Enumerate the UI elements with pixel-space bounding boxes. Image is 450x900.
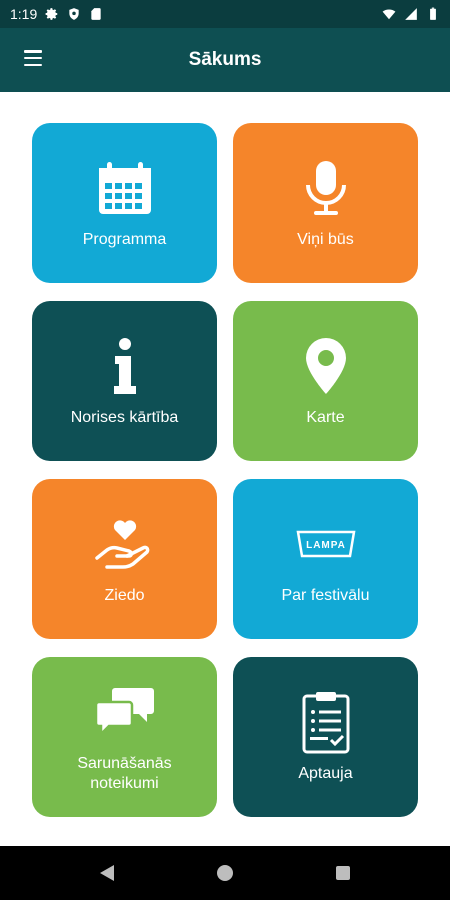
recents-icon[interactable] <box>332 862 354 884</box>
microphone-icon <box>294 156 358 220</box>
tile-label: Norises kārtība <box>70 409 179 426</box>
app-bar: Sākums <box>0 28 450 92</box>
tile-ziedo[interactable]: Ziedo <box>32 479 217 639</box>
tile-label: Karte <box>306 409 345 426</box>
page-title: Sākums <box>188 49 262 70</box>
tile-label: Par festivālu <box>281 587 370 604</box>
shield-icon <box>69 8 79 20</box>
status-bar: 1:19 <box>0 0 450 28</box>
battery-icon <box>430 7 436 20</box>
tile-label: Programma <box>82 231 167 248</box>
chat-bubbles-icon <box>93 680 157 744</box>
lampa-logo-icon: LAMPA <box>294 512 358 576</box>
cell-signal-icon <box>405 8 417 20</box>
tile-label: Aptauja <box>298 765 353 782</box>
tile-label: Ziedo <box>104 587 145 604</box>
lampa-logo-text: LAMPA <box>306 540 346 551</box>
settings-gear-icon <box>45 8 58 20</box>
tile-norises-kartiba[interactable]: Norises kārtība <box>32 301 217 461</box>
home-icon[interactable] <box>214 862 236 884</box>
tile-label: Sarunāšanās noteikumi <box>77 755 172 792</box>
heart-hand-icon <box>93 512 157 576</box>
home-tile-grid: Programma Viņi būs Norises kārtība Karte… <box>32 123 418 817</box>
tile-vini-bus[interactable]: Viņi būs <box>233 123 418 283</box>
tile-programma[interactable]: Programma <box>32 123 217 283</box>
sd-card-icon <box>91 8 101 20</box>
wifi-icon <box>382 9 396 20</box>
survey-clipboard-icon <box>294 690 358 754</box>
status-time: 1:19 <box>10 6 38 22</box>
tile-aptauja[interactable]: Aptauja <box>233 657 418 817</box>
calendar-icon <box>93 156 157 220</box>
back-icon[interactable] <box>96 862 118 884</box>
hamburger-menu-icon[interactable] <box>24 50 42 66</box>
tile-label: Viņi būs <box>297 231 354 248</box>
info-icon <box>93 334 157 398</box>
tile-par-festivalu[interactable]: LAMPA Par festivālu <box>233 479 418 639</box>
map-pin-icon <box>294 334 358 398</box>
tile-sarunasanas-noteikumi[interactable]: Sarunāšanās noteikumi <box>32 657 217 817</box>
system-nav-bar <box>0 846 450 900</box>
tile-karte[interactable]: Karte <box>233 301 418 461</box>
